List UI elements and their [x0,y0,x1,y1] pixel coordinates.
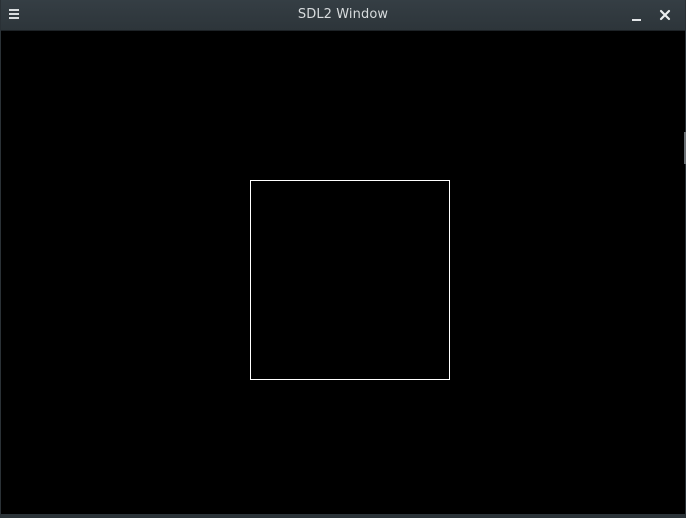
white-outlined-square [250,180,450,380]
close-icon [659,9,671,21]
close-button[interactable] [657,7,673,23]
window-title: SDL2 Window [297,7,389,22]
render-canvas[interactable] [1,31,685,514]
minimize-button[interactable] [630,9,644,23]
window-titlebar[interactable]: SDL2 Window [1,0,685,31]
minimize-icon [632,19,641,21]
sdl2-window: SDL2 Window [0,0,686,518]
